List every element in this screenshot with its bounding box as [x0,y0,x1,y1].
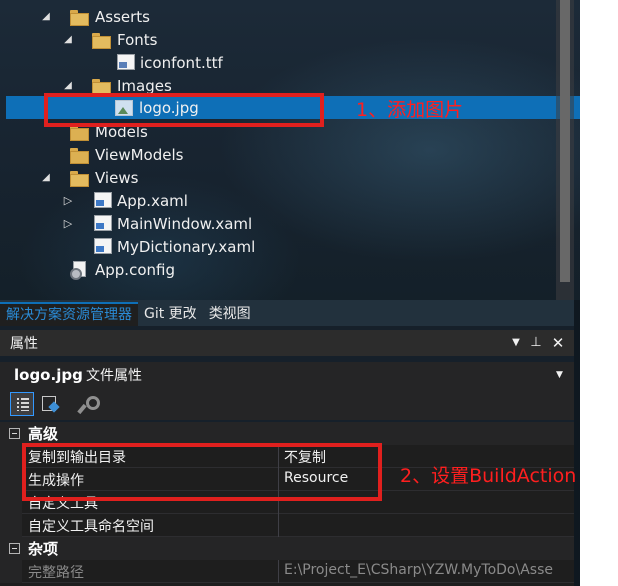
scrollbar-thumb[interactable] [560,0,570,282]
tree-item-label: MyDictionary.xaml [117,237,256,256]
property-row-custom-tool-namespace[interactable]: 自定义工具命名空间 [22,514,574,537]
window-menu-dropdown-icon[interactable]: ▼ [508,335,524,351]
property-row-full-path[interactable]: 完整路径 E:\Project_E\CSharp\YZW.MyToDo\Asse [22,560,574,583]
expanded-arrow-icon[interactable]: ◢ [62,34,74,46]
explorer-tab-strip: 解决方案资源管理器 Git 更改 类视图 [0,300,580,326]
folder-open-icon [70,10,89,26]
tree-item-label: App.xaml [117,191,188,210]
solution-explorer: ◢ Asserts ◢ Fonts iconfont.ttf ◢ Images … [0,0,580,300]
tree-item-app-config[interactable]: App.config [6,258,580,281]
tree-item-views[interactable]: ◢ Views [6,166,580,189]
tree-item-label: Views [95,168,139,187]
folder-open-icon [92,33,111,49]
folder-icon [70,148,89,164]
category-label: 杂项 [28,540,59,558]
tree-item-label: iconfont.ttf [140,53,223,72]
explorer-scrollbar[interactable] [556,0,574,300]
collapse-toggle-icon[interactable] [9,428,20,439]
collapse-toggle-icon[interactable] [9,543,20,554]
category-advanced[interactable]: 高级 [0,422,574,445]
wrench-icon [79,396,100,412]
expanded-arrow-icon[interactable]: ◢ [40,172,52,184]
font-file-icon [117,54,135,70]
object-name: logo.jpg [14,366,83,384]
tree-item-iconfont[interactable]: iconfont.ttf [6,51,580,74]
pin-icon[interactable]: ⊥ [528,335,544,351]
collapsed-arrow-icon[interactable]: ▷ [62,217,74,230]
annotation-step2: 2、设置BuildAction [400,465,577,487]
categorized-button[interactable] [10,392,34,416]
annotation-step1: 1、添加图片 [356,99,464,121]
tree-item-app-xaml[interactable]: ▷ App.xaml [6,189,580,212]
highlight-box-logo [44,93,324,127]
tree-item-label: Fonts [117,30,158,49]
properties-toolbar [0,388,574,420]
tree-item-fonts[interactable]: ◢ Fonts [6,28,580,51]
expanded-arrow-icon[interactable]: ◢ [62,80,74,92]
tree-item-label: Asserts [95,7,150,26]
tree-item-mydictionary-xaml[interactable]: MyDictionary.xaml [6,235,580,258]
tree-item-label: MainWindow.xaml [117,214,253,233]
xaml-file-icon [94,192,112,208]
tree-item-mainwindow-xaml[interactable]: ▷ MainWindow.xaml [6,212,580,235]
category-label: 高级 [28,425,59,443]
property-pages-icon [42,396,56,411]
property-name: 自定义工具命名空间 [28,519,154,535]
window-edge [574,300,580,586]
close-icon[interactable]: ✕ [550,335,566,351]
tree-item-label: ViewModels [95,145,184,164]
chevron-down-icon[interactable]: ▼ [556,370,563,380]
properties-titlebar: 属性 ▼ ⊥ ✕ [0,330,574,356]
collapsed-arrow-icon[interactable]: ▷ [62,194,74,207]
tree-item-label: App.config [95,260,175,279]
property-value: E:\Project_E\CSharp\YZW.MyToDo\Asse [284,562,553,578]
config-file-icon [70,261,88,280]
object-selector[interactable]: logo.jpg 文件属性 ▼ [0,362,574,388]
categorized-icon [17,398,29,411]
highlight-box-build-action [22,443,382,501]
tab-class-view[interactable]: 类视图 [203,302,257,326]
tree-item-viewmodels[interactable]: ViewModels [6,143,580,166]
property-name: 完整路径 [28,565,84,581]
properties-title: 属性 [10,336,38,352]
folder-icon [70,125,89,141]
expanded-arrow-icon[interactable]: ◢ [40,11,52,23]
tab-solution-explorer[interactable]: 解决方案资源管理器 [0,302,138,326]
xaml-file-icon [94,215,112,231]
tree-item-label: Images [117,76,172,95]
tab-git-changes[interactable]: Git 更改 [138,302,203,326]
object-kind: 文件属性 [86,368,142,384]
category-misc[interactable]: 杂项 [0,537,574,560]
xaml-file-icon [94,238,112,254]
folder-open-icon [70,171,89,187]
tree-item-asserts[interactable]: ◢ Asserts [6,5,580,28]
property-pages-button[interactable] [38,392,62,416]
settings-button[interactable] [74,392,100,416]
